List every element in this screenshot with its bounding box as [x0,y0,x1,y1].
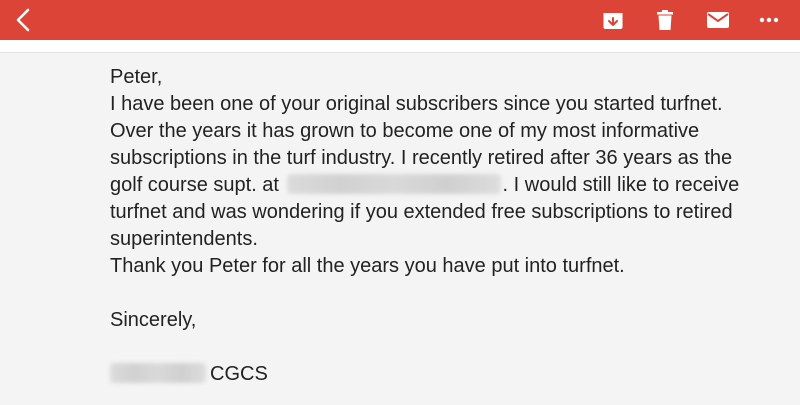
archive-button[interactable] [598,0,628,40]
delete-button[interactable] [650,0,680,40]
email-line: golf course supt. at . I would still lik… [110,172,780,199]
top-toolbar [0,0,800,40]
redacted-sender-name [110,363,206,383]
back-icon [16,8,30,32]
email-line: I have been one of your original subscri… [110,93,723,115]
back-button[interactable] [8,0,38,40]
archive-icon [603,13,623,29]
email-line: Over the years it has grown to become on… [110,120,700,142]
more-icon [759,17,779,23]
mail-icon [707,12,729,28]
trash-icon [657,10,673,30]
redacted-club-name [286,174,501,194]
email-line: turfnet and was wondering if you extende… [110,201,733,223]
email-line: Thank you Peter for all the years you ha… [110,255,625,277]
email-line-prefix: golf course supt. at [110,174,279,196]
email-body: Peter, I have been one of your original … [110,64,780,388]
email-line: subscriptions in the turf industry. I re… [110,147,733,169]
email-greeting: Peter, [110,66,163,88]
email-signature: CGCS [110,361,780,388]
signature-title: CGCS [210,363,268,385]
email-closing: Sincerely, [110,309,197,331]
email-line: superintendents. [110,228,258,250]
header-divider [0,40,800,53]
more-options-button[interactable] [754,0,784,40]
email-line-suffix: . I would still like to receive [502,174,740,196]
mark-unread-button[interactable] [702,0,734,40]
